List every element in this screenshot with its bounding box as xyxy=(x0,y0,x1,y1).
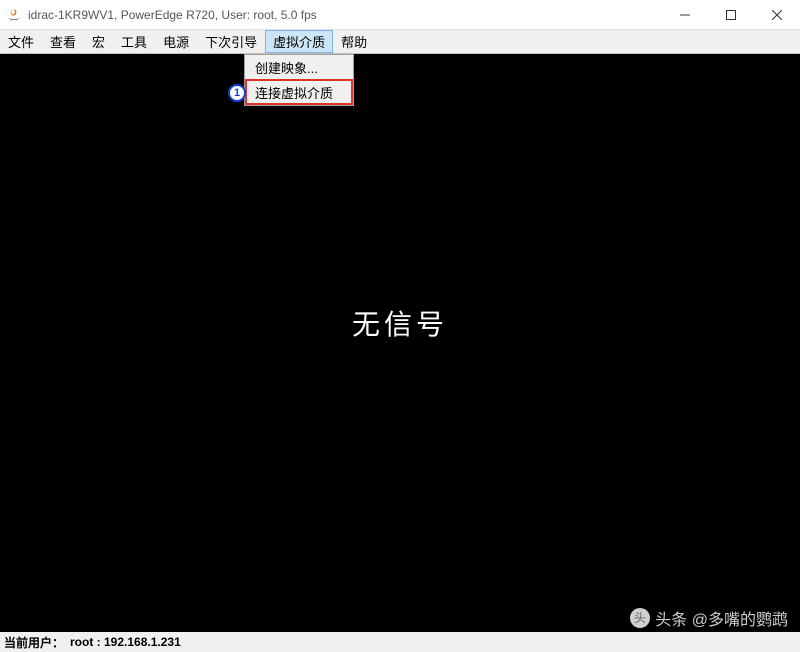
virtual-media-dropdown: 创建映象... 连接虚拟介质 xyxy=(244,54,354,106)
watermark: 头 头条 @多嘴的鹦鹉 xyxy=(629,606,788,630)
statusbar: 当前用户： root : 192.168.1.231 xyxy=(0,632,800,652)
maximize-button[interactable] xyxy=(708,0,754,29)
window-title: idrac-1KR9WV1, PowerEdge R720, User: roo… xyxy=(28,8,662,22)
menu-help[interactable]: 帮助 xyxy=(333,30,375,53)
status-user-label: 当前用户： xyxy=(4,634,64,651)
no-signal-message: 无信号 xyxy=(352,303,448,343)
menu-next-boot[interactable]: 下次引导 xyxy=(197,30,265,53)
status-user-value: root : 192.168.1.231 xyxy=(70,635,181,649)
minimize-button[interactable] xyxy=(662,0,708,29)
watermark-text: 头条 @多嘴的鹦鹉 xyxy=(655,606,788,630)
menu-macros[interactable]: 宏 xyxy=(84,30,113,53)
remote-console-viewport[interactable]: 无信号 xyxy=(0,54,800,632)
svg-text:头: 头 xyxy=(634,611,646,625)
menu-virtual-media[interactable]: 虚拟介质 xyxy=(265,30,333,53)
close-button[interactable] xyxy=(754,0,800,29)
menubar: 文件 查看 宏 工具 电源 下次引导 虚拟介质 帮助 xyxy=(0,30,800,54)
dropdown-create-image[interactable]: 创建映象... xyxy=(245,55,353,79)
dropdown-connect-virtual-media[interactable]: 连接虚拟介质 xyxy=(245,79,353,105)
window-titlebar: idrac-1KR9WV1, PowerEdge R720, User: roo… xyxy=(0,0,800,30)
annotation-step-1: 1 xyxy=(228,84,246,102)
menu-file[interactable]: 文件 xyxy=(0,30,42,53)
menu-power[interactable]: 电源 xyxy=(155,30,197,53)
window-controls xyxy=(662,0,800,29)
menu-view[interactable]: 查看 xyxy=(42,30,84,53)
menu-tools[interactable]: 工具 xyxy=(113,30,155,53)
watermark-icon: 头 xyxy=(629,607,651,629)
java-icon xyxy=(6,7,22,23)
